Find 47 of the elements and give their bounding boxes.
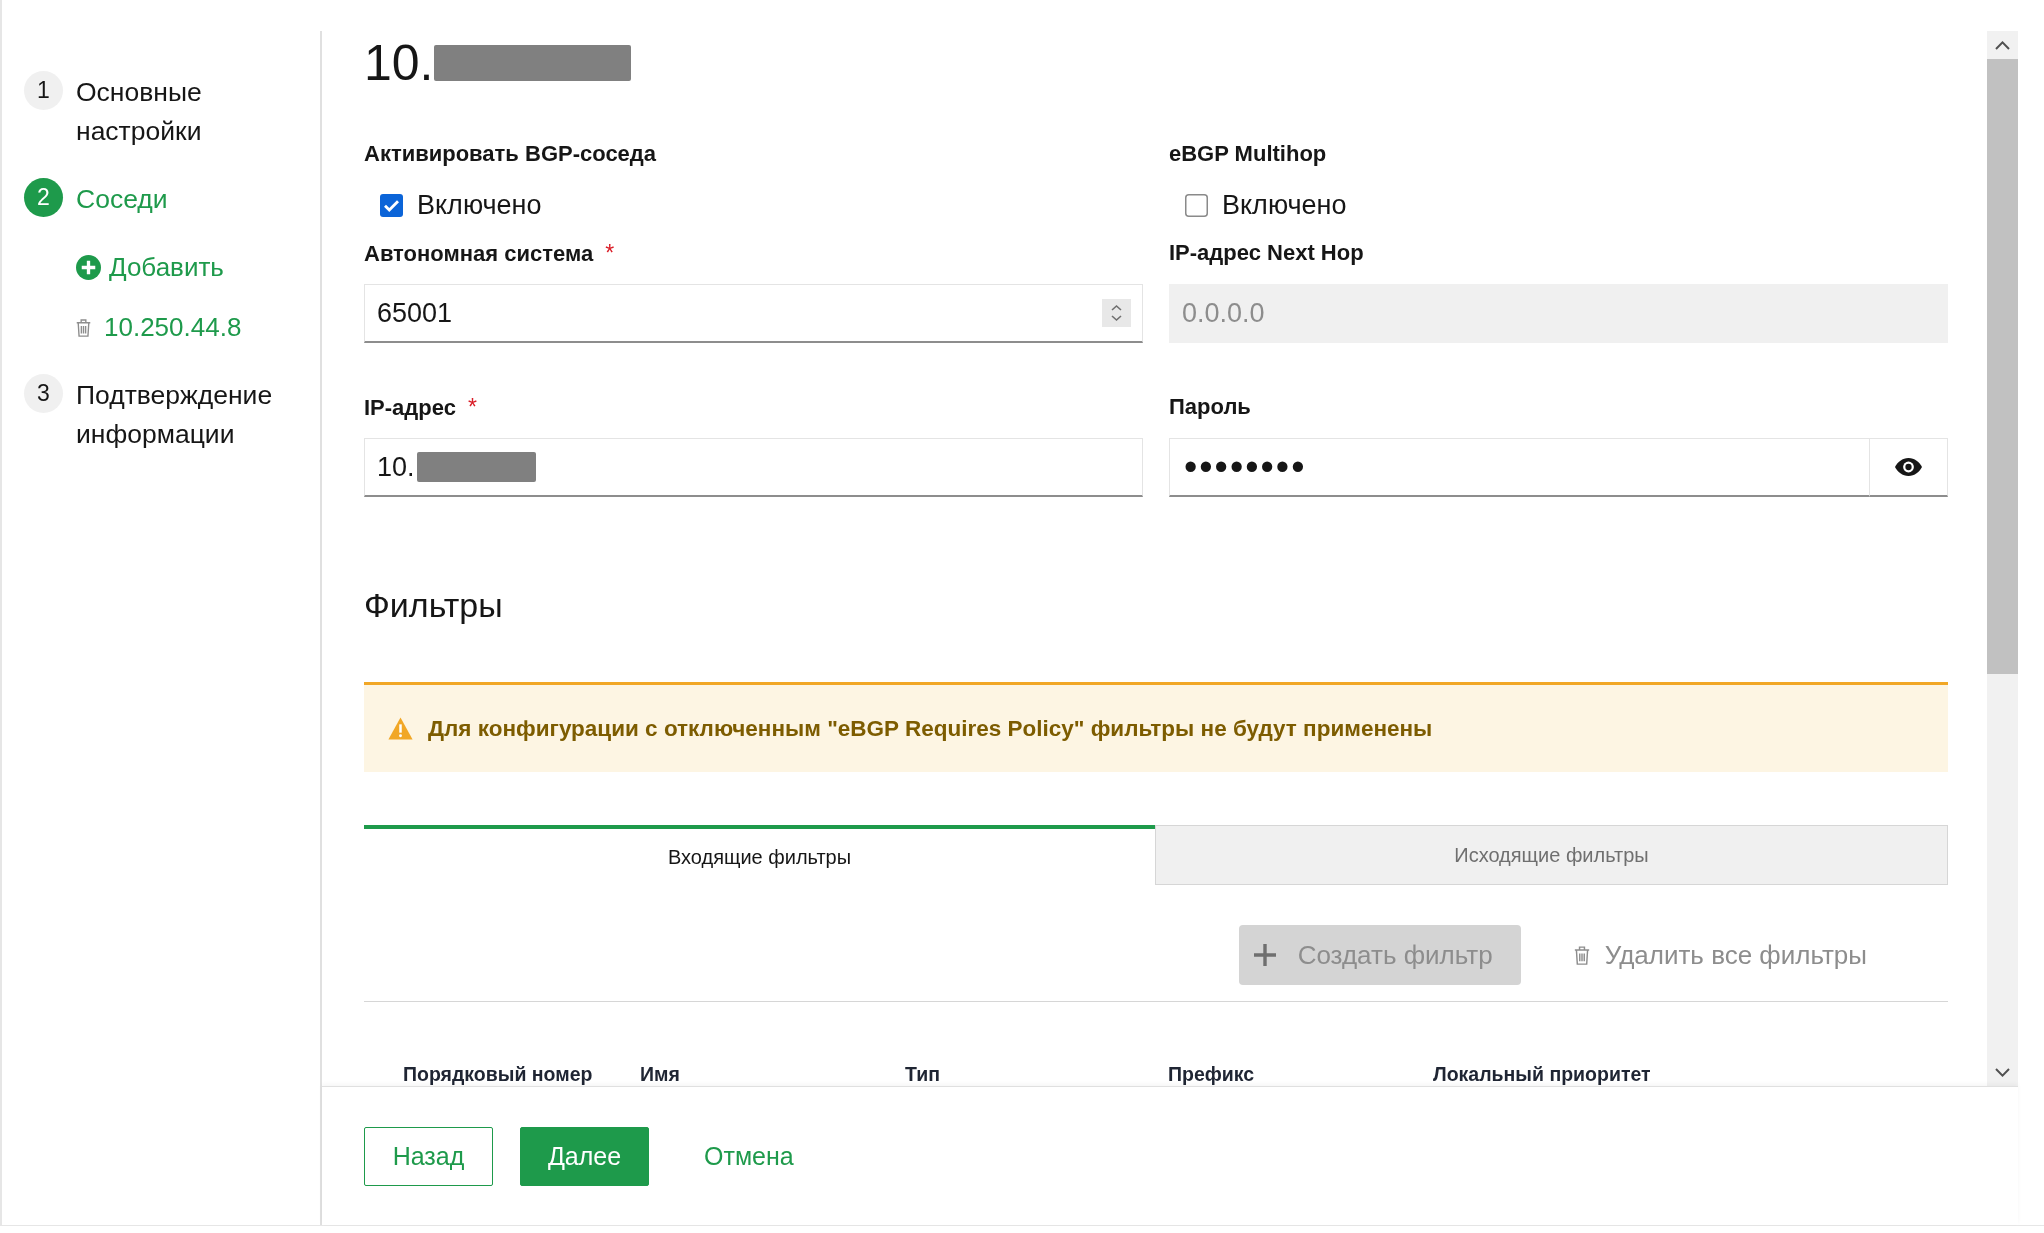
text-input[interactable]: 10. — [364, 438, 1143, 497]
trash-icon — [1573, 945, 1590, 965]
required-mark: * — [605, 239, 615, 267]
field-label: Пароль — [1169, 393, 1251, 421]
column-header: Имя — [640, 1062, 681, 1086]
checkbox-label[interactable]: Включено — [417, 187, 542, 223]
warning-icon — [388, 717, 413, 740]
field-label: Автономная система — [364, 240, 594, 268]
cancel-link[interactable]: Отмена — [688, 1126, 810, 1186]
checkbox[interactable] — [1185, 193, 1208, 217]
column-header: Локальный приоритет — [1433, 1062, 1652, 1086]
trash-icon[interactable] — [76, 318, 91, 337]
field-label: Активировать BGP-соседа — [364, 140, 657, 168]
section-title: Фильтры — [364, 585, 504, 625]
show-password-button[interactable] — [1869, 438, 1948, 497]
plus-circle-icon[interactable] — [76, 255, 101, 280]
warning-text: Для конфигурации с отключенным "eBGP Requires Policy" фильтры не будут применены — [428, 715, 1433, 742]
eye-icon — [1895, 458, 1922, 476]
column-header: Префикс — [1168, 1062, 1256, 1086]
page-title: 10. — [364, 35, 434, 91]
step-number: 1 — [24, 71, 63, 110]
step-link[interactable]: Основные настройки — [76, 71, 301, 151]
tab[interactable]: Исходящие фильтры — [1155, 825, 1948, 885]
back-button[interactable]: Назад — [364, 1126, 493, 1186]
step-link[interactable]: Подтверждение информации — [76, 374, 301, 454]
stepper-icon[interactable] — [1102, 299, 1131, 327]
column-header: Тип — [905, 1062, 941, 1086]
scrollbar[interactable] — [1987, 31, 2018, 1086]
checkbox[interactable] — [380, 193, 403, 217]
scrollbar-thumb[interactable] — [1987, 59, 2018, 674]
step-link[interactable]: Соседи — [76, 178, 168, 219]
required-mark: * — [467, 393, 477, 421]
next-button[interactable]: Далее — [520, 1126, 649, 1186]
checkbox-label[interactable]: Включено — [1222, 187, 1347, 223]
password-input[interactable]: •••••••• — [1169, 438, 1869, 497]
number-input[interactable]: 65001 — [364, 284, 1143, 343]
field-label: IP-адрес — [364, 394, 456, 422]
chevron-down-icon — [1995, 1067, 2010, 1077]
column-header: Порядковый номер — [403, 1062, 594, 1086]
plus-icon — [1253, 944, 1276, 966]
field-label: eBGP Multihop — [1169, 140, 1327, 168]
add-link[interactable]: Добавить — [109, 248, 224, 287]
field-label: IP-адрес Next Hop — [1169, 239, 1364, 267]
chevron-up-icon — [1995, 40, 2010, 50]
step-number: 2 — [24, 178, 63, 217]
neighbor-link[interactable]: 10.250.44.8 — [104, 308, 242, 347]
step-number: 3 — [24, 374, 63, 413]
